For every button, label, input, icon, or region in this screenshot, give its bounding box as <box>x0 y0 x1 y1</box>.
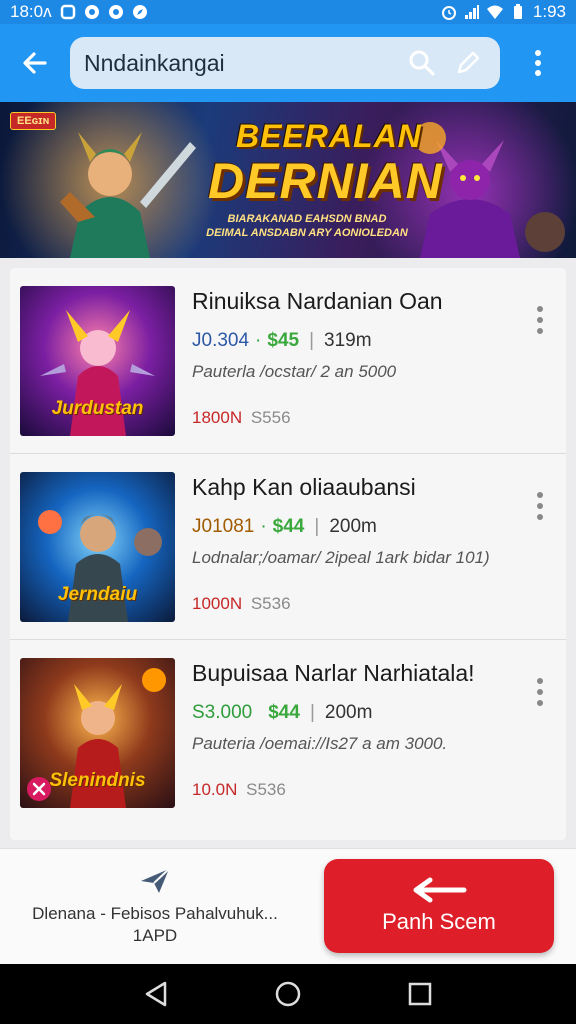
back-button[interactable] <box>0 24 70 102</box>
banner-subtitle-line2: DEIMAL ANSDABN ARY AONIOLEDAN <box>206 227 408 239</box>
stat-price: $44 <box>268 702 300 723</box>
item-stats: J0.304 · $45 | 319m <box>192 330 372 352</box>
primary-action-button[interactable]: Panh Scem <box>324 859 554 953</box>
game-thumbnail[interactable]: Jerndaiu <box>20 472 175 622</box>
nav-back-button[interactable] <box>136 974 176 1014</box>
stat-divider: | <box>314 516 320 537</box>
more-vert-icon <box>537 306 543 312</box>
stat-price: $45 <box>267 330 300 351</box>
banner-title-line1: BEERALAN <box>236 118 422 154</box>
share-label: Dlenana - Febisos Pahalvuhuk... 1APD <box>32 903 278 947</box>
list-item[interactable]: Jurdustan Rinuiksa Nardanian Oan J0.304 … <box>10 268 566 454</box>
record-icon <box>108 5 123 19</box>
share-button[interactable]: Dlenana - Febisos Pahalvuhuk... 1APD <box>0 849 310 965</box>
item-stats: S3.000 $44 | 200m <box>192 702 372 724</box>
search-field[interactable]: Nndainkangai <box>70 37 500 89</box>
item-description: Pauteria /oemai://Is27 a am 3000. <box>192 734 448 753</box>
search-button[interactable] <box>404 45 440 81</box>
primary-action-label: Panh Scem <box>382 909 496 934</box>
more-vert-icon-dot <box>537 700 543 706</box>
edit-button[interactable] <box>450 45 486 81</box>
more-vert-icon-dot <box>537 317 543 323</box>
search-icon <box>409 50 435 76</box>
item-meta: 1000N S536 <box>192 594 291 614</box>
nav-recents-button[interactable] <box>400 974 440 1014</box>
status-time-right: 1:93 <box>532 2 566 21</box>
meta-code: S556 <box>250 408 291 427</box>
arrow-left-icon <box>23 52 47 74</box>
stat-rating: J01081 <box>192 516 255 537</box>
banner-subtitle: BIARAKANAD EAHSDN BNAD DEIMAL ANSDABN AR… <box>202 212 412 240</box>
status-bar: 18:0ʌ 1:93 <box>0 0 576 24</box>
game-list: Jurdustan Rinuiksa Nardanian Oan J0.304 … <box>10 268 566 840</box>
nav-home-button[interactable] <box>268 974 308 1014</box>
meta-count: 1000N <box>192 594 243 613</box>
stat-rating: S3.000 <box>192 702 253 723</box>
game-thumbnail[interactable]: Slenindnis <box>20 658 175 808</box>
stat-size: 319m <box>324 330 372 351</box>
item-menu-button[interactable] <box>528 302 552 338</box>
signal-icon <box>464 5 479 19</box>
thumbnail-caption: Jerndaiu <box>57 584 138 605</box>
square-icon <box>60 4 75 20</box>
item-meta: 10.0N S536 <box>192 780 286 800</box>
triangle-back-icon <box>145 981 167 1007</box>
item-description: Pauterla /ocstar/ 2 an 5000 <box>192 362 397 381</box>
more-vert-icon <box>535 50 541 76</box>
more-vert-icon <box>537 492 543 498</box>
share-label-line1: Dlenana - Febisos Pahalvuhuk... <box>32 904 278 923</box>
more-vert-icon <box>537 678 543 684</box>
item-meta: 1800N S556 <box>192 408 291 428</box>
item-title: Kahp Kan oliaaubansi <box>192 474 416 500</box>
status-time-left: 18:0ʌ <box>10 2 52 21</box>
close-icon[interactable] <box>26 776 52 802</box>
system-nav-bar <box>0 964 576 1024</box>
thumbnail-caption: Jurdustan <box>51 398 144 419</box>
bottom-action-bar: Dlenana - Febisos Pahalvuhuk... 1APD Pan… <box>0 848 576 964</box>
promo-banner[interactable]: EEɢɪɴ BEERALAN DERNIAN BIARAKANAD EAHSDN… <box>0 102 576 258</box>
square-recents-icon <box>408 982 432 1006</box>
compass-icon <box>132 5 147 19</box>
stat-price: $44 <box>272 516 305 537</box>
game-thumbnail[interactable]: Jurdustan <box>20 286 175 436</box>
item-menu-button[interactable] <box>528 674 552 710</box>
more-vert-icon-dot <box>537 514 543 520</box>
more-vert-icon-dot <box>537 503 543 509</box>
item-stats: J01081 · $44 | 200m <box>192 516 377 538</box>
more-vert-icon-dot <box>537 328 543 334</box>
item-description: Lodnalar;/oamar/ 2ipeal 1ark bidar 101) <box>192 548 490 567</box>
stat-divider: | <box>309 330 315 351</box>
item-title: Rinuiksa Nardanian Oan <box>192 288 443 314</box>
arrow-left-icon <box>413 877 467 903</box>
meta-count: 10.0N <box>192 780 238 799</box>
meta-code: S536 <box>250 594 291 613</box>
item-title: Bupuisaa Narlar Narhiatala! <box>192 660 475 686</box>
share-label-line2: 1APD <box>132 926 178 945</box>
send-icon <box>141 868 170 893</box>
app-bar: Nndainkangai <box>0 24 576 102</box>
battery-icon <box>513 4 522 19</box>
stat-divider: | <box>309 702 315 723</box>
overflow-menu-button[interactable] <box>500 24 576 102</box>
stat-size: 200m <box>324 702 373 723</box>
wifi-icon <box>486 5 503 19</box>
banner-subtitle-line1: BIARAKANAD EAHSDN BNAD <box>227 213 387 225</box>
stat-separator-dot: · <box>255 330 262 351</box>
alarm-icon <box>441 6 456 20</box>
item-menu-button[interactable] <box>528 488 552 524</box>
list-item[interactable]: Jerndaiu Kahp Kan oliaaubansi J01081 · $… <box>10 454 566 640</box>
more-vert-icon-dot <box>537 689 543 695</box>
banner-tag: EEɢɪɴ <box>10 112 57 130</box>
stat-separator-dot: · <box>260 516 267 537</box>
stat-rating: J0.304 <box>192 330 250 351</box>
list-item[interactable]: Slenindnis Bupuisaa Narlar Narhiatala! S… <box>10 640 566 826</box>
search-input[interactable]: Nndainkangai <box>84 50 394 77</box>
meta-count: 1800N <box>192 408 243 427</box>
banner-title-line2: DERNIAN <box>208 153 443 209</box>
pen-icon <box>457 51 480 74</box>
circle-home-icon <box>275 981 301 1007</box>
stat-size: 200m <box>329 516 377 537</box>
meta-code: S536 <box>246 780 286 799</box>
record-icon <box>84 5 99 19</box>
